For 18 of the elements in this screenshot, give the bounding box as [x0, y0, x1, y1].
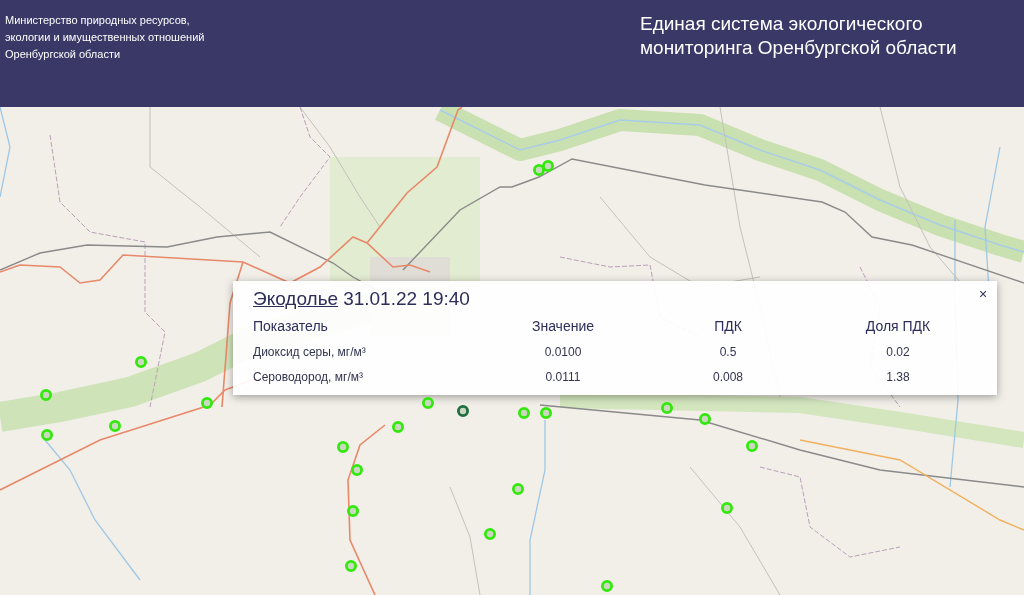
table-cell-text: 0.0100 — [544, 344, 582, 361]
station-link[interactable]: Экодолье — [253, 288, 339, 310]
table-cell-text: Сероводород, мг/м³ — [253, 369, 363, 386]
table-cell-text: 0.02 — [886, 344, 910, 361]
close-button[interactable]: × — [976, 286, 990, 302]
measurement-datetime: 31.01.22 19:40 — [343, 288, 470, 310]
column-header: Показатель — [253, 317, 328, 336]
table-cell-text: 0.008 — [713, 369, 743, 386]
column-header: ПДК — [714, 317, 742, 336]
column-header: Доля ПДК — [865, 317, 931, 336]
table-cell-text: 0.0111 — [545, 369, 581, 386]
table-cell-text: 0.5 — [719, 344, 737, 361]
table-cell-text: 1.38 — [886, 369, 910, 386]
column-header: Значение — [531, 317, 595, 336]
table-cell-text: Диоксид серы, мг/м³ — [253, 344, 366, 361]
ministry-name: Министерство природных ресурсов, экологии и имущественных отношений Оренбургской области — [5, 13, 205, 62]
site-title: Единая система экологического мониторинга Оренбургской области — [640, 12, 958, 60]
map-marker-icon[interactable] — [457, 405, 469, 417]
